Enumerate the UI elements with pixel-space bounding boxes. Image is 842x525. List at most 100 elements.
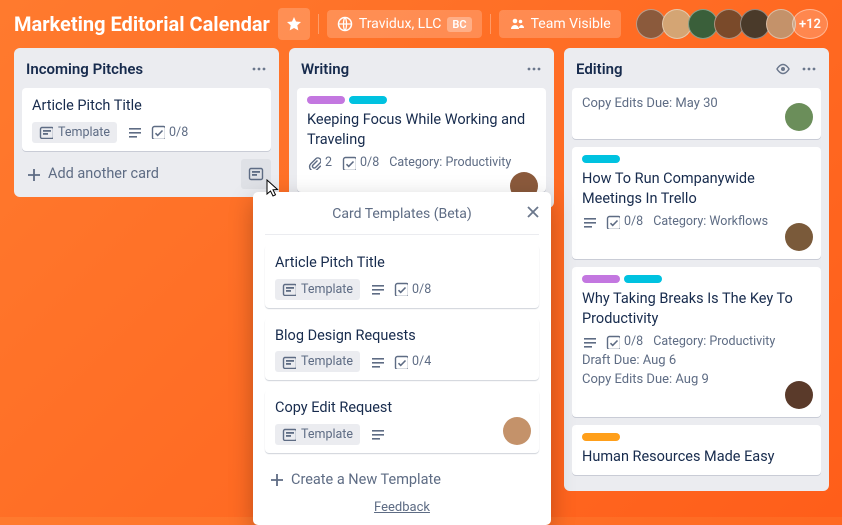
checklist-badge: 0/8 <box>606 334 643 349</box>
list-editing: Editing Copy Edits Due: May 30 How To Ru… <box>564 48 829 491</box>
visibility-button[interactable]: Team Visible <box>499 10 621 38</box>
card[interactable]: Copy Edits Due: May 30 <box>572 88 821 139</box>
card[interactable]: Keeping Focus While Working and Travelin… <box>297 88 546 192</box>
template-card[interactable]: Blog Design Requests Template 0/4 <box>265 318 539 381</box>
description-icon <box>370 427 384 441</box>
category-text: Category: Workflows <box>653 214 768 229</box>
create-template-button[interactable]: Create a New Template <box>265 463 539 496</box>
feedback-link[interactable]: Feedback <box>265 496 539 515</box>
attachment-count: 2 <box>325 155 332 170</box>
template-label: Template <box>301 354 353 369</box>
checklist-icon <box>394 355 408 369</box>
label-teal[interactable] <box>624 275 662 283</box>
card-templates-popover: Card Templates (Beta) Article Pitch Titl… <box>253 192 551 525</box>
list-menu-button[interactable] <box>801 61 817 77</box>
list-title[interactable]: Incoming Pitches <box>26 60 143 78</box>
member-avatar[interactable] <box>785 223 813 251</box>
card-labels <box>582 433 811 441</box>
description-badge <box>370 355 384 369</box>
card-badges: 2 0/8 Category: Productivity <box>307 155 536 170</box>
visibility-label: Team Visible <box>531 16 611 32</box>
card[interactable]: Article Pitch Title Template 0/8 <box>22 88 271 151</box>
label-teal[interactable] <box>582 155 620 163</box>
close-button[interactable] <box>525 204 539 222</box>
template-label: Template <box>58 125 110 140</box>
board-header: Marketing Editorial Calendar Travidux, L… <box>0 0 842 48</box>
checklist-count: 0/8 <box>169 125 188 140</box>
label-orange[interactable] <box>582 433 620 441</box>
draft-due-text: Draft Due: Aug 6 <box>582 353 811 368</box>
copy-due-text: Copy Edits Due: Aug 9 <box>582 372 811 387</box>
member-avatar[interactable] <box>785 103 813 131</box>
divider <box>490 14 491 34</box>
card-title: Human Resources Made Easy <box>582 447 811 467</box>
template-badge: Template <box>275 351 360 372</box>
list-header: Editing <box>572 56 821 88</box>
cursor-pointer-icon <box>264 179 284 201</box>
template-card[interactable]: Copy Edit Request Template <box>265 390 539 453</box>
card-title: Article Pitch Title <box>32 96 261 116</box>
description-icon <box>370 282 384 296</box>
description-badge <box>370 427 384 441</box>
checklist-count: 0/8 <box>360 155 379 170</box>
org-button[interactable]: Travidux, LLC BC <box>327 10 482 38</box>
template-icon <box>282 355 296 369</box>
card[interactable]: How To Run Companywide Meetings In Trell… <box>572 147 821 259</box>
card[interactable]: Why Taking Breaks Is The Key To Producti… <box>572 267 821 417</box>
plus-icon <box>269 472 283 486</box>
copy-due-text: Copy Edits Due: May 30 <box>582 96 811 111</box>
template-card[interactable]: Article Pitch Title Template 0/8 <box>265 245 539 308</box>
checklist-badge: 0/8 <box>151 125 188 140</box>
add-card-button[interactable]: Add another card <box>22 159 163 188</box>
label-purple[interactable] <box>307 96 345 104</box>
card-badges: 0/8 Category: Productivity <box>582 334 811 349</box>
globe-icon <box>337 16 353 32</box>
card-badges: Template <box>275 424 499 445</box>
description-badge <box>582 215 596 229</box>
template-badge: Template <box>32 122 117 143</box>
star-icon <box>286 16 302 32</box>
people-icon <box>509 16 525 32</box>
card-title: Why Taking Breaks Is The Key To Producti… <box>582 289 811 328</box>
description-icon <box>127 125 141 139</box>
checklist-badge: 0/8 <box>342 155 379 170</box>
member-avatar[interactable] <box>503 417 531 445</box>
close-icon <box>525 204 539 218</box>
list-header: Writing <box>297 56 546 88</box>
list-menu-button[interactable] <box>526 61 542 77</box>
plus-icon <box>26 167 40 181</box>
list-title[interactable]: Writing <box>301 60 349 78</box>
card-badges: Template 0/4 <box>275 351 529 372</box>
template-badge: Template <box>275 279 360 300</box>
card-badges: Template 0/8 <box>32 122 261 143</box>
popover-header: Card Templates (Beta) <box>265 202 539 235</box>
description-icon <box>582 335 596 349</box>
checklist-count: 0/8 <box>624 334 643 349</box>
checklist-count: 0/4 <box>412 354 431 369</box>
card-title: How To Run Companywide Meetings In Trell… <box>582 169 811 208</box>
list-writing: Writing Keeping Focus While Working and … <box>289 48 554 208</box>
template-icon <box>39 125 53 139</box>
list-title[interactable]: Editing <box>576 60 623 78</box>
card-title: Keeping Focus While Working and Travelin… <box>307 110 536 149</box>
member-avatar[interactable] <box>785 381 813 409</box>
checklist-badge: 0/8 <box>394 282 431 297</box>
label-purple[interactable] <box>582 275 620 283</box>
template-title: Article Pitch Title <box>275 253 529 273</box>
avatar-overflow[interactable]: +12 <box>792 9 828 39</box>
card[interactable]: Human Resources Made Easy <box>572 425 821 475</box>
description-badge <box>370 282 384 296</box>
card-labels <box>307 96 536 104</box>
org-name: Travidux, LLC <box>359 16 442 32</box>
description-icon <box>370 355 384 369</box>
checklist-icon <box>151 125 165 139</box>
star-button[interactable] <box>278 8 310 40</box>
label-teal[interactable] <box>349 96 387 104</box>
checklist-icon <box>606 215 620 229</box>
category-text: Category: Productivity <box>653 334 775 349</box>
card-labels <box>582 275 811 283</box>
card-badges: Template 0/8 <box>275 279 529 300</box>
checklist-count: 0/8 <box>412 282 431 297</box>
popover-title: Card Templates (Beta) <box>332 206 471 222</box>
list-menu-button[interactable] <box>251 61 267 77</box>
